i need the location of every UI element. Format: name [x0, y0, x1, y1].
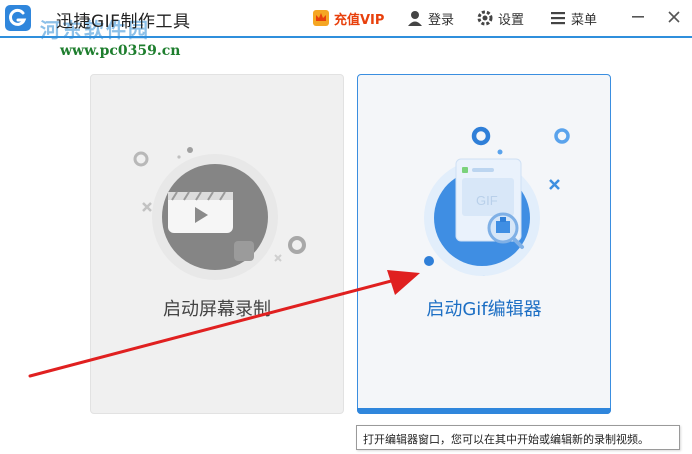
login-label: 登录	[428, 12, 455, 28]
start-gif-editor-label: 启动Gif编辑器	[426, 299, 542, 320]
gif-editor-icon: GIF	[424, 126, 570, 276]
crown-icon	[313, 10, 329, 26]
start-gif-editor-card[interactable]: GIF 启动Gif编辑器	[357, 74, 611, 414]
selected-card-accent-bar	[357, 408, 611, 414]
close-button[interactable]	[662, 5, 686, 29]
vip-button[interactable]: 充值VIP	[312, 7, 384, 29]
watermark-url: www.pc0359.cn	[60, 43, 181, 59]
menu-label: 菜单	[571, 12, 598, 28]
minimize-button[interactable]	[626, 5, 650, 29]
svg-text:GIF: GIF	[476, 193, 498, 208]
window-title: 迅捷GIF制作工具	[56, 12, 191, 32]
title-bar-divider	[0, 36, 692, 38]
minimize-icon	[632, 16, 644, 18]
app-logo-icon	[5, 5, 31, 31]
start-screen-record-label: 启动屏幕录制	[163, 299, 271, 320]
start-screen-record-card[interactable]: 启动屏幕录制	[90, 74, 344, 414]
title-bar: 河东软件园 迅捷GIF制作工具 充值VIP 登录 设置 菜单	[0, 0, 692, 42]
login-button[interactable]: 登录	[406, 7, 454, 29]
menu-button[interactable]: 菜单	[549, 7, 597, 29]
settings-label: 设置	[498, 12, 525, 28]
gear-icon	[477, 10, 493, 26]
user-icon	[408, 11, 422, 26]
vip-label: 充值VIP	[334, 12, 385, 28]
video-camera-icon	[133, 147, 306, 280]
settings-button[interactable]: 设置	[476, 7, 524, 29]
close-icon	[668, 11, 680, 23]
hamburger-icon	[551, 12, 565, 25]
tooltip: 打开编辑器窗口，您可以在其中开始或编辑新的录制视频。	[356, 425, 680, 450]
